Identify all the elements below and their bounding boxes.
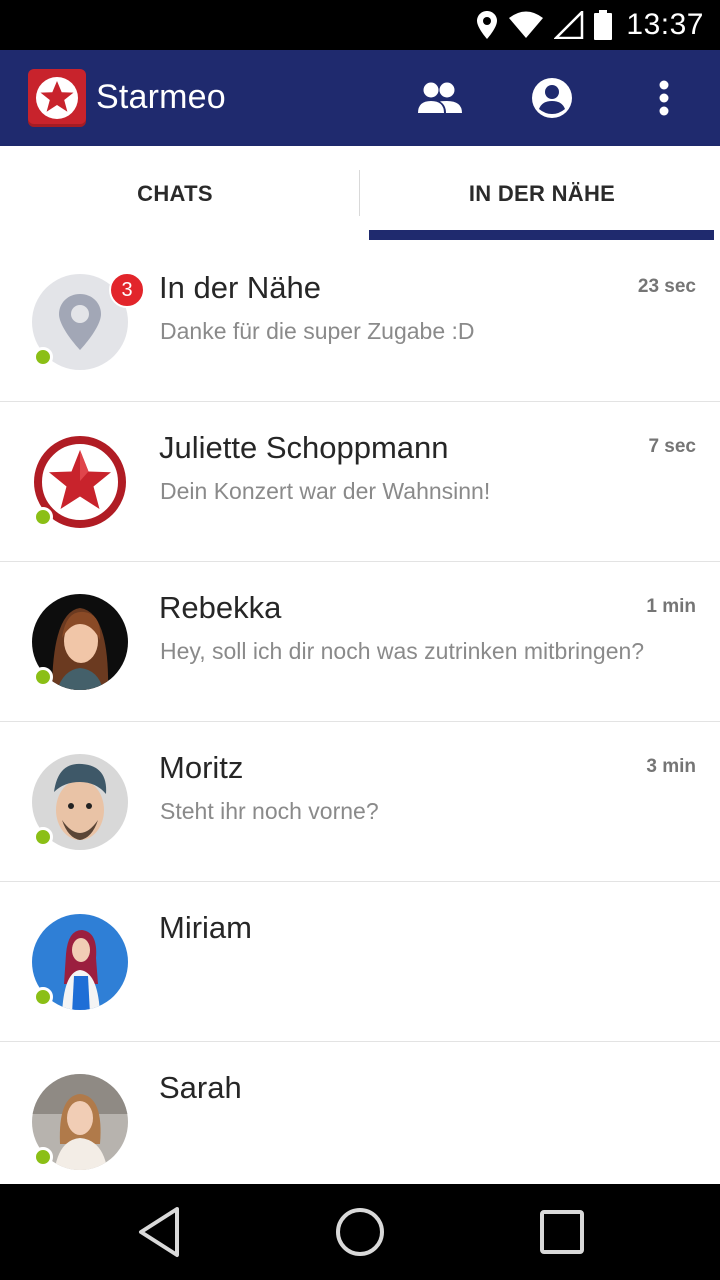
- tab-divider: [359, 170, 360, 216]
- account-icon: [532, 78, 572, 118]
- chat-list: 3 In der Nähe Danke für die super Zugabe…: [0, 242, 720, 1202]
- people-icon: [418, 82, 462, 113]
- recents-icon: [540, 1210, 584, 1254]
- chat-time: 7 sec: [648, 436, 696, 457]
- chat-row[interactable]: Miriam: [0, 882, 720, 1042]
- chat-last-message: Dein Konzert war der Wahnsinn!: [160, 478, 491, 504]
- chat-time: 3 min: [646, 756, 696, 777]
- chat-row[interactable]: Rebekka Hey, soll ich dir noch was zutri…: [0, 562, 720, 722]
- wifi-icon: [508, 11, 544, 39]
- chat-time: 1 min: [646, 596, 696, 617]
- recents-button[interactable]: [534, 1204, 590, 1260]
- tab-chats[interactable]: CHATS: [0, 146, 350, 242]
- chat-name: Miriam: [159, 910, 252, 945]
- signal-icon: [554, 11, 584, 39]
- app-title: Starmeo: [96, 78, 226, 116]
- online-indicator: [33, 1147, 53, 1167]
- more-vert-icon: [659, 80, 669, 116]
- chat-name: Moritz: [159, 750, 244, 785]
- battery-icon: [594, 10, 613, 40]
- chat-last-message: Hey, soll ich dir noch was zutrinken mit…: [160, 638, 645, 664]
- chat-last-message: Steht ihr noch vorne?: [160, 798, 379, 824]
- back-button[interactable]: [131, 1204, 187, 1260]
- home-icon: [336, 1208, 384, 1256]
- location-icon: [476, 10, 498, 40]
- tab-bar: CHATS IN DER NÄHE: [0, 146, 720, 242]
- online-indicator: [33, 347, 53, 367]
- online-indicator: [33, 827, 53, 847]
- chat-name: Sarah: [159, 1070, 242, 1105]
- online-indicator: [33, 987, 53, 1007]
- chat-name: Juliette Schoppmann: [159, 430, 449, 465]
- tab-selected-indicator: [369, 230, 714, 240]
- app-bar: Starmeo: [0, 50, 720, 146]
- status-time: 13:37: [626, 8, 704, 41]
- star-icon: [40, 81, 74, 112]
- system-nav-bar: [0, 1184, 720, 1280]
- chat-name: Rebekka: [159, 590, 282, 625]
- chat-row[interactable]: Sarah: [0, 1042, 720, 1202]
- chat-row[interactable]: Juliette Schoppmann Dein Konzert war der…: [0, 402, 720, 562]
- chat-time: 23 sec: [637, 276, 696, 297]
- app-logo: [28, 69, 86, 127]
- chat-name: In der Nähe: [159, 270, 321, 305]
- chat-last-message: Danke für die super Zugabe :D: [160, 318, 475, 344]
- people-button[interactable]: [414, 72, 466, 124]
- back-icon: [139, 1207, 179, 1257]
- home-button[interactable]: [332, 1204, 388, 1260]
- online-indicator: [33, 667, 53, 687]
- status-bar: 13:37: [0, 0, 720, 50]
- more-options-button[interactable]: [638, 72, 690, 124]
- chat-row[interactable]: 3 In der Nähe Danke für die super Zugabe…: [0, 242, 720, 402]
- unread-badge: 3: [109, 272, 145, 308]
- chat-row[interactable]: Moritz Steht ihr noch vorne? 3 min: [0, 722, 720, 882]
- account-button[interactable]: [526, 72, 578, 124]
- tab-nearby[interactable]: IN DER NÄHE: [370, 146, 714, 242]
- online-indicator: [33, 507, 53, 527]
